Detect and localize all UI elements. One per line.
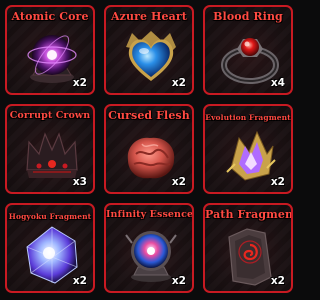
- item-card-atomic-core[interactable]: Atomic Core x2: [5, 5, 95, 95]
- item-quantity: x2: [270, 275, 285, 287]
- item-quantity: x2: [171, 77, 186, 89]
- item-name: Atomic Core: [11, 10, 89, 23]
- item-quantity: x2: [72, 275, 87, 287]
- item-name: Cursed Flesh: [108, 109, 190, 122]
- item-card-path-fragment[interactable]: Path Fragment x2: [203, 203, 293, 293]
- item-name: Azure Heart: [111, 10, 187, 23]
- item-name: Blood Ring: [213, 10, 283, 23]
- item-card-hogyoku-fragment[interactable]: Hogyoku Fragment x2: [5, 203, 95, 293]
- item-quantity: x2: [171, 275, 186, 287]
- item-name: Corrupt Crown: [9, 110, 91, 121]
- item-card-evolution-fragment[interactable]: Evolution Fragment x2: [203, 104, 293, 194]
- item-quantity: x2: [270, 176, 285, 188]
- item-name: Hogyoku Fragment: [8, 212, 92, 221]
- item-quantity: x2: [72, 77, 87, 89]
- item-quantity: x2: [171, 176, 186, 188]
- item-card-corrupt-crown[interactable]: Corrupt Crown x3: [5, 104, 95, 194]
- item-name: Evolution Fragment: [205, 113, 291, 122]
- inventory-grid: Atomic Core x2 Azure Heart x2 Blood Ring…: [0, 0, 300, 300]
- item-name: Path Fragment: [205, 208, 293, 221]
- item-card-cursed-flesh[interactable]: Cursed Flesh x2: [104, 104, 194, 194]
- item-card-azure-heart[interactable]: Azure Heart x2: [104, 5, 194, 95]
- item-card-blood-ring[interactable]: Blood Ring x4: [203, 5, 293, 95]
- item-quantity: x4: [270, 77, 285, 89]
- item-name: Infinity Essence: [106, 209, 194, 220]
- item-card-infinity-essence[interactable]: Infinity Essence x2: [104, 203, 194, 293]
- item-quantity: x3: [72, 176, 87, 188]
